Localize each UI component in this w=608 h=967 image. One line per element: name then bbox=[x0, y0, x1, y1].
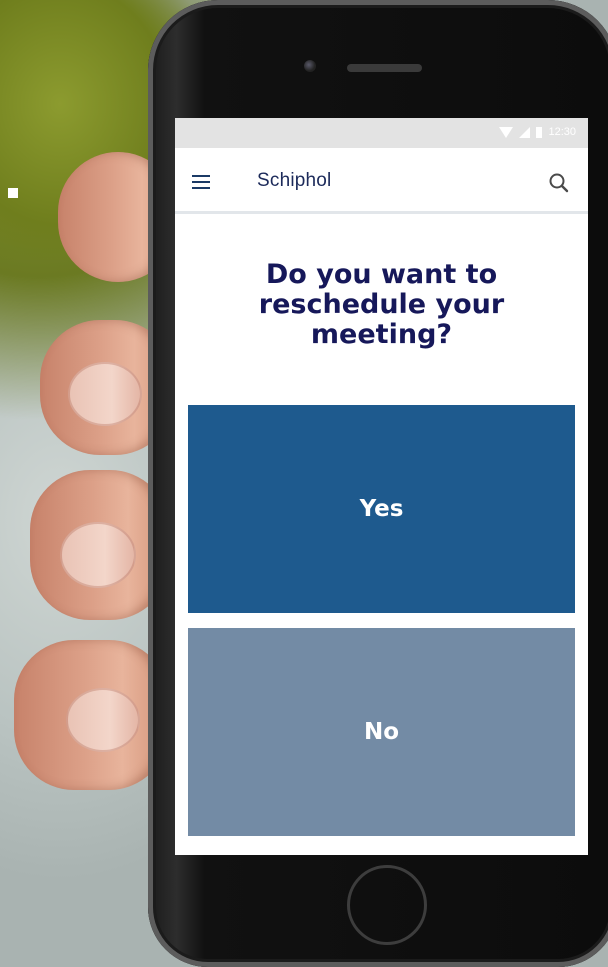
search-icon[interactable] bbox=[548, 172, 570, 194]
earpiece-speaker bbox=[347, 64, 422, 72]
hand-finger-little bbox=[14, 640, 169, 790]
question-heading: Do you want to reschedule your meeting? bbox=[175, 260, 588, 350]
wifi-icon bbox=[499, 126, 514, 138]
question-line: meeting? bbox=[310, 319, 453, 350]
hamburger-menu-icon[interactable] bbox=[192, 175, 212, 189]
yes-button[interactable]: Yes bbox=[188, 405, 575, 613]
home-button[interactable] bbox=[347, 865, 427, 945]
front-camera bbox=[304, 60, 316, 72]
status-time: 12:30 bbox=[548, 126, 576, 138]
fingernail bbox=[60, 522, 136, 588]
app-title: Schiphol bbox=[257, 170, 332, 191]
question-line: Do you want to bbox=[265, 259, 498, 290]
status-bar: 12:30 bbox=[175, 118, 588, 148]
question-line: reschedule your bbox=[258, 289, 505, 320]
fingernail bbox=[66, 688, 140, 752]
phone-screen: 12:30 Schiphol Do you want to reschedule… bbox=[175, 118, 588, 855]
battery-icon bbox=[536, 126, 543, 138]
background-light-spot bbox=[8, 188, 18, 198]
app-header: Schiphol bbox=[175, 148, 588, 214]
no-button[interactable]: No bbox=[188, 628, 575, 836]
fingernail bbox=[68, 362, 142, 426]
signal-icon bbox=[519, 126, 531, 138]
